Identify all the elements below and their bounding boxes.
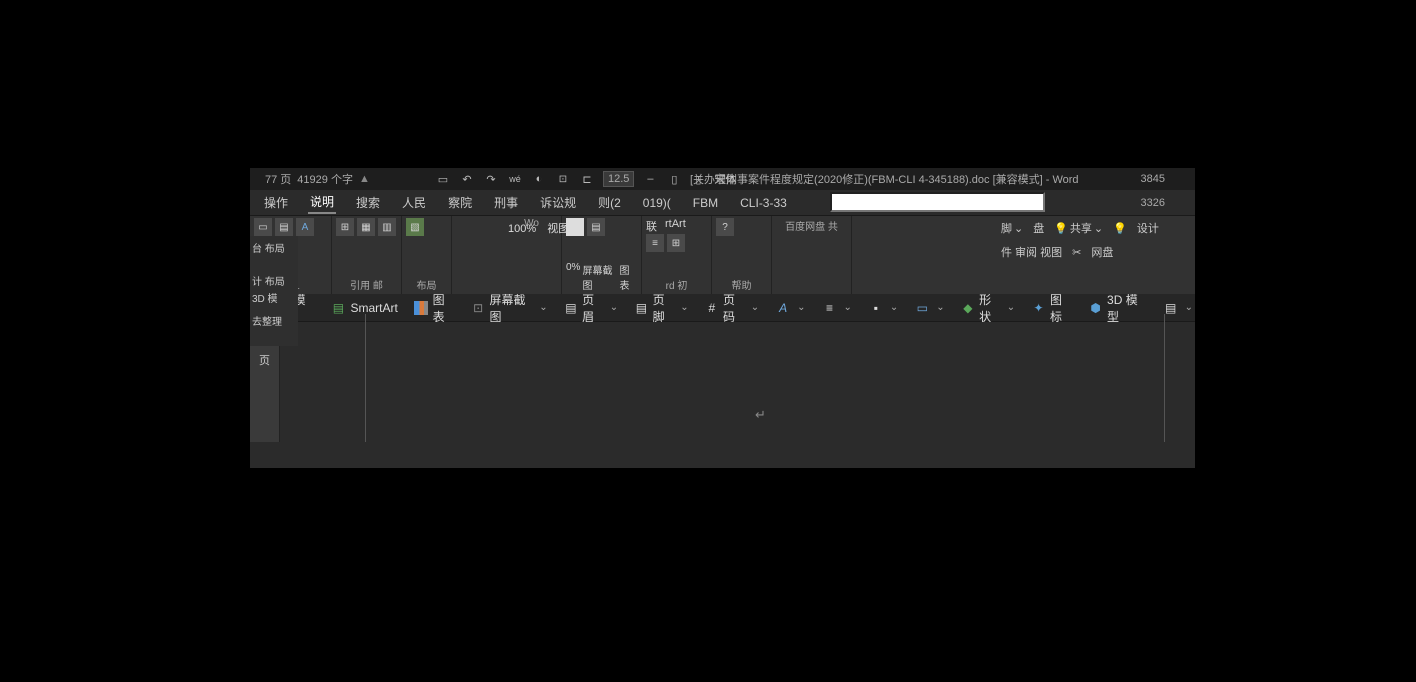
review-btn[interactable]: 件 审阅 视图 — [1001, 244, 1062, 260]
bulb-icon[interactable]: 💡 — [1113, 220, 1127, 236]
table-icon[interactable]: ⊞ — [336, 218, 354, 236]
ribbon-right-panel: 脚 ⌄ 盘 💡共享 ⌄ 💡 设计 件 审阅 视图 ✂ 网盘 — [995, 216, 1195, 294]
tab-fbm[interactable]: FBM — [691, 194, 720, 212]
doc-icon[interactable]: ▤ — [275, 218, 293, 236]
grid-icon[interactable]: ⊞ — [667, 234, 685, 252]
side-organize[interactable]: 去整理 — [252, 313, 296, 328]
up-arrow-icon[interactable]: ▲ — [359, 173, 370, 185]
title-bar: 77 页 41929 个字 ▲ ▭ ↶ ↷ wé ◐ ⊡ ⊏ 12.5 – ▯ … — [250, 168, 1195, 190]
more-button[interactable]: ▤ — [1161, 300, 1195, 316]
list-icon[interactable]: ≡ — [646, 234, 664, 252]
left-sidebar-fragment: 台 布局 计 布局 3D 模 去整理 — [250, 236, 298, 346]
counter-2: 3326 — [1141, 197, 1165, 209]
font-size-box[interactable]: 12.5 — [603, 171, 634, 187]
sync-icon[interactable]: ◐ — [531, 171, 547, 187]
touch-icon[interactable]: wé — [507, 171, 523, 187]
page-icon[interactable]: ▭ — [254, 218, 272, 236]
pic-icon[interactable]: ▦ — [357, 218, 375, 236]
tab-help[interactable]: 说明 — [308, 191, 336, 214]
search-input[interactable] — [830, 192, 1045, 212]
tab-litigation[interactable]: 诉讼规 — [538, 192, 578, 213]
link-icon[interactable]: ▤ — [587, 218, 605, 236]
dash-icon[interactable]: – — [642, 171, 658, 187]
scissors-icon[interactable]: ✂ — [1072, 244, 1081, 260]
ribbon-group-2: ⊞ ▦ ▥ 引用 邮 — [332, 216, 402, 294]
zoom-display: 100% 视图 — [508, 220, 569, 236]
share-btn[interactable]: 💡共享 ⌄ — [1054, 220, 1103, 236]
word-count: 41929 个字 — [297, 171, 353, 187]
ribbon-group-7: ? 帮助 — [712, 216, 772, 294]
nav-label: 页 — [259, 352, 270, 368]
save-icon[interactable]: ▭ — [435, 171, 451, 187]
status-info: 77 页 41929 个字 ▲ — [265, 171, 370, 187]
para-icon[interactable]: ⊡ — [555, 171, 571, 187]
indent-icon[interactable]: ⊏ — [579, 171, 595, 187]
group-label-baidu: 百度网盘 共 — [776, 218, 847, 233]
more-icon: ▤ — [1163, 300, 1179, 316]
group-label-rd: rd 初 — [646, 277, 707, 292]
side-layout-1[interactable]: 台 布局 — [252, 240, 296, 255]
footer-btn[interactable]: 脚 ⌄ — [1001, 220, 1023, 236]
word-window: 77 页 41929 个字 ▲ ▭ ↶ ↷ wé ◐ ⊡ ⊏ 12.5 – ▯ … — [250, 168, 1195, 468]
redo-icon[interactable]: ↷ — [483, 171, 499, 187]
page-canvas[interactable]: ↵ — [280, 322, 1195, 442]
tab-people[interactable]: 人民 — [400, 192, 428, 213]
side-3d[interactable]: 3D 模 — [252, 290, 296, 305]
netdisk-btn[interactable]: 网盘 — [1091, 244, 1113, 260]
tab-rule[interactable]: 则(2 — [596, 192, 623, 213]
ribbon: ▭ ▤ A ⊞ 件 1 ⊞ ▦ ▥ 引用 邮 ▧ 布局 100% 视图 — [250, 216, 1195, 294]
side-layout-2[interactable]: 计 布局 — [252, 273, 296, 288]
tab-cli[interactable]: CLI-3-33 — [738, 194, 789, 212]
tab-operate[interactable]: 操作 — [262, 192, 290, 213]
tab-criminal[interactable]: 刑事 — [492, 192, 520, 213]
tab-search[interactable]: 搜索 — [354, 192, 382, 213]
ribbon-group-5: ▤ 0% 屏幕截图 图表 — [562, 216, 642, 294]
page-count: 77 页 — [265, 171, 291, 187]
counter-1: 3845 — [1141, 173, 1165, 185]
paragraph-mark: ↵ — [755, 407, 766, 423]
image-icon[interactable]: ▧ — [406, 218, 424, 236]
undo-icon[interactable]: ↶ — [459, 171, 475, 187]
chart2-icon[interactable]: ▥ — [378, 218, 396, 236]
ribbon-group-3: ▧ 布局 — [402, 216, 452, 294]
group-label-ref: 引用 邮 — [336, 277, 397, 292]
smartart-icon: ▤ — [330, 300, 346, 316]
ribbon-tabs: 操作 说明 搜索 人民 察院 刑事 诉讼规 则(2 019)( FBM CLI-… — [250, 190, 1195, 216]
text-icon[interactable]: A — [296, 218, 314, 236]
disk-btn[interactable]: 盘 — [1033, 220, 1044, 236]
tab-court[interactable]: 察院 — [446, 192, 474, 213]
group-label-chart: 图表 — [619, 262, 637, 292]
tab-year[interactable]: 019)( — [641, 194, 673, 212]
title-right: 3845 — [1141, 173, 1165, 185]
document-title: [关办理刑事案件程度规定(2020修正)(FBM-CLI 4-345188).d… — [690, 171, 1079, 187]
group-label-screenshot: 屏幕截图 — [582, 262, 617, 292]
group-label-help: 帮助 — [716, 277, 767, 292]
group-label-layout: 布局 — [406, 277, 447, 292]
ribbon-group-8: 百度网盘 共 — [772, 216, 852, 294]
ribbon-group-6: 联 rtArt ≡ ⊞ rd 初 — [642, 216, 712, 294]
design-btn[interactable]: 设计 — [1137, 220, 1159, 236]
box1-icon[interactable]: ▯ — [666, 171, 682, 187]
help-icon[interactable]: ? — [716, 218, 734, 236]
document-area: 页 ↵ — [250, 322, 1195, 442]
